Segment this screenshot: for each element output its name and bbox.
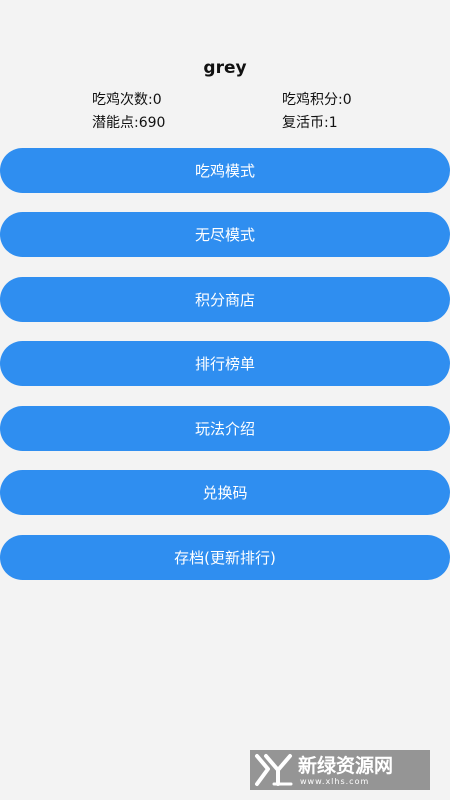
gameplay-intro-button[interactable]: 玩法介绍 xyxy=(0,406,450,451)
endless-mode-button[interactable]: 无尽模式 xyxy=(0,212,450,257)
watermark-site: www.xlhs.com xyxy=(300,776,370,786)
revive-coins-stat: 复活币:1 xyxy=(282,115,338,131)
redeem-code-button[interactable]: 兑换码 xyxy=(0,470,450,515)
watermark-brand: 新绿资源网 xyxy=(298,754,394,777)
chicken-points-stat: 吃鸡积分:0 xyxy=(282,92,352,108)
save-update-ranking-button[interactable]: 存档(更新排行) xyxy=(0,535,450,580)
potential-points-stat: 潜能点:690 xyxy=(92,115,166,131)
username: grey xyxy=(203,58,247,78)
xl-logo-icon xyxy=(255,754,293,786)
leaderboard-button[interactable]: 排行榜单 xyxy=(0,341,450,386)
points-shop-button[interactable]: 积分商店 xyxy=(0,277,450,322)
chicken-mode-button[interactable]: 吃鸡模式 xyxy=(0,148,450,193)
site-watermark: 新绿资源网 www.xlhs.com xyxy=(250,750,430,790)
chicken-wins-stat: 吃鸡次数:0 xyxy=(92,92,162,108)
